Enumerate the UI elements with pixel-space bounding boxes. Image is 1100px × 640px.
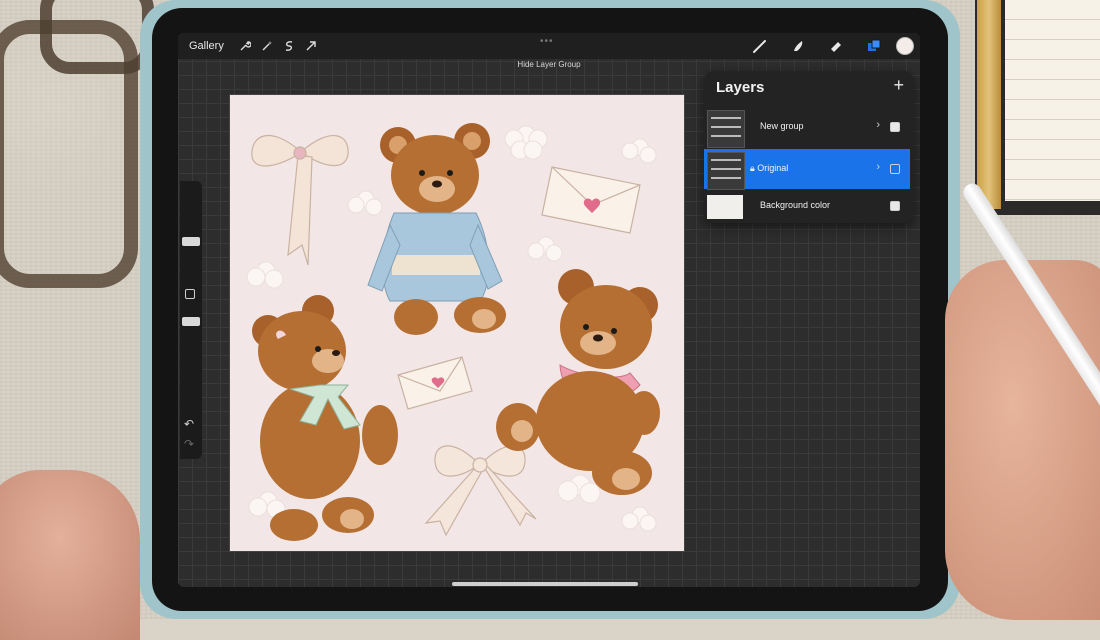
layer-name: New group xyxy=(760,121,804,131)
right-hand xyxy=(945,260,1100,620)
opacity-slider[interactable] xyxy=(182,317,200,326)
layer-name: 🔒︎ Original xyxy=(750,163,788,174)
notebook-pages xyxy=(1005,0,1100,201)
layer-row-background[interactable]: Background color xyxy=(704,191,910,231)
color-picker-swatch[interactable] xyxy=(896,37,914,55)
layer-name: Background color xyxy=(760,200,831,210)
undo-button[interactable]: ↶ xyxy=(184,417,194,431)
flower-decoration-8 xyxy=(621,506,657,532)
layer-name-text: Original xyxy=(757,163,789,173)
left-hand xyxy=(0,470,140,640)
ribbon-bow-top xyxy=(251,134,349,266)
layer-row-original[interactable]: 🔒︎ Original › xyxy=(704,149,910,190)
left-sidebar: ↶ ↷ xyxy=(180,181,202,459)
home-indicator[interactable] xyxy=(452,582,638,586)
modify-button[interactable] xyxy=(185,289,195,299)
eyeglasses-frame xyxy=(40,0,154,74)
brush-size-slider[interactable] xyxy=(182,237,200,246)
add-layer-button[interactable]: + xyxy=(893,75,904,96)
brush-icon[interactable] xyxy=(744,35,776,57)
notebook-spine xyxy=(977,0,1001,209)
envelope-top xyxy=(541,166,641,234)
eraser-icon[interactable] xyxy=(820,35,852,57)
tablet-screen: Gallery ••• Hide Layer Group ↶ ↷ Layers … xyxy=(178,33,920,587)
visibility-checkbox[interactable] xyxy=(890,201,900,211)
layer-thumbnail xyxy=(707,110,745,148)
top-toolbar: Gallery ••• xyxy=(178,33,920,59)
flower-decoration-4 xyxy=(246,261,284,289)
action-hint-banner: Hide Layer Group xyxy=(517,60,581,69)
drag-handle-icon[interactable]: ••• xyxy=(540,36,554,47)
flower-decoration-1 xyxy=(504,125,548,160)
flower-decoration-5 xyxy=(527,236,563,262)
transform-arrow-icon[interactable] xyxy=(300,35,322,57)
selection-icon[interactable] xyxy=(278,35,300,57)
bear-blue-sweater xyxy=(367,123,506,335)
layers-icon[interactable] xyxy=(858,35,890,57)
redo-button[interactable]: ↷ xyxy=(184,437,194,451)
layer-thumbnail xyxy=(707,152,745,190)
layer-row-new-group[interactable]: New group › xyxy=(704,107,910,148)
toolbar-right xyxy=(744,35,914,57)
flower-decoration-3 xyxy=(347,190,383,216)
drawing-canvas[interactable] xyxy=(230,95,684,551)
wrench-icon[interactable] xyxy=(234,35,256,57)
visibility-checkbox[interactable] xyxy=(890,164,900,174)
chevron-right-icon[interactable]: › xyxy=(876,119,880,131)
artwork xyxy=(246,123,660,541)
gallery-button[interactable]: Gallery xyxy=(189,40,224,52)
chevron-right-icon[interactable]: › xyxy=(876,161,880,173)
magic-wand-icon[interactable] xyxy=(256,35,278,57)
ribbon-bow-bottom xyxy=(424,445,537,537)
smudge-icon[interactable] xyxy=(782,35,814,57)
layers-title: Layers xyxy=(716,79,765,96)
visibility-checkbox[interactable] xyxy=(890,122,900,132)
background-color-swatch xyxy=(707,195,743,219)
layers-panel: Layers + New group › 🔒︎ Original › Backg… xyxy=(704,71,914,223)
flower-decoration-2 xyxy=(621,138,657,164)
notebook xyxy=(975,0,1100,215)
envelope-middle xyxy=(397,356,473,410)
